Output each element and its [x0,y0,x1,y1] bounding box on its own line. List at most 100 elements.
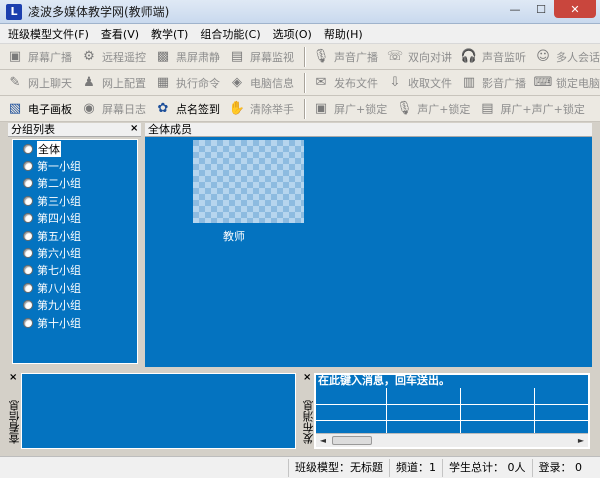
title-bar: L 凌波多媒体教学网(教师端) — ☐ ✕ [0,0,600,24]
toolbar-button-label: 远程遥控 [102,50,146,64]
toolbar-button-label: 屏广+声广+锁定 [500,102,585,116]
whiteboard-button[interactable]: ▧ 电子画板 [6,98,72,120]
roll-call-icon: ✿ [157,101,169,116]
toolbar-button-label: 电子画板 [28,102,72,116]
toolbar-button-label: 清除举手 [250,102,294,116]
group-item-label: 第四小组 [37,212,81,226]
group-item-label: 第五小组 [37,229,81,243]
group-item[interactable]: 第二小组 [13,175,137,192]
headphones-icon: 🎧 [460,49,478,64]
radio-button[interactable] [23,248,33,259]
menu-view[interactable]: 查看(V) [101,26,139,42]
group-item[interactable]: 全体 [13,140,137,157]
toolbar-button-label: 点名签到 [176,102,220,116]
toolbar-row-2: ✎ 网上聊天 ♟ 网上配置 ▦ 执行命令 ◈ 电脑信息 ✉ 发布文件 ⇩ 收取文件 ▥ 影音广播 ⌨ 锁定电脑 [0,70,600,96]
microphone-button[interactable]: 🎙 声音广播 [312,46,378,68]
toolbar-button-label: 声音监听 [482,50,526,64]
minimize-button[interactable]: — [502,0,528,18]
group-item[interactable]: 第九小组 [13,297,137,314]
menu-combined-functions[interactable]: 组合功能(C) [200,26,260,42]
intercom-button[interactable]: ☏ 双向对讲 [386,46,452,68]
scroll-left-icon[interactable]: ◄ [316,434,330,447]
members-area[interactable]: 教师 [145,137,592,367]
screen-sound-lock-button[interactable]: ▤ 屏广+声广+锁定 [478,98,585,120]
whiteboard-icon: ▧ [8,101,22,116]
execute-command-icon: ▦ [156,75,170,90]
maximize-button[interactable]: ☐ [528,0,554,18]
video-broadcast-icon: ▥ [462,75,476,90]
message-hscrollbar[interactable]: ◄ ► [316,433,588,447]
black-screen-button[interactable]: ▩ 黑屏肃静 [154,46,220,68]
menu-bar: 班级模型文件(F) 查看(V) 教学(T) 组合功能(C) 选项(O) 帮助(H… [0,24,600,44]
info-panel [21,373,296,449]
radio-button[interactable] [23,282,33,293]
computer-info-icon: ◈ [232,75,242,90]
toolbar-button-label: 发布文件 [334,76,378,90]
sound-lock-icon: 🎙 [395,101,413,116]
radio-button[interactable] [23,230,33,241]
radio-button[interactable] [23,265,33,276]
menu-class-model-file[interactable]: 班级模型文件(F) [8,26,89,42]
network-config-button[interactable]: ♟ 网上配置 [80,72,146,94]
teacher-thumbnail[interactable] [193,140,304,223]
video-broadcast-button[interactable]: ▥ 影音广播 [460,72,526,94]
group-item-label: 第三小组 [37,194,81,208]
toolbar-button-label: 屏广+锁定 [334,102,388,116]
chat-button[interactable]: ✎ 网上聊天 [6,72,72,94]
radio-button[interactable] [23,300,33,311]
message-input[interactable] [316,375,588,388]
screen-broadcast-button[interactable]: ▣ 屏幕广播 [6,46,72,68]
screen-log-icon: ◉ [83,101,95,116]
group-item[interactable]: 第八小组 [13,279,137,296]
scroll-thumb[interactable] [332,436,372,445]
headphones-button[interactable]: 🎧 声音监听 [460,46,526,68]
broadcast-lock-button[interactable]: ▣ 屏广+锁定 [312,98,387,120]
grid-line [460,388,461,433]
remote-control-button[interactable]: ⚙ 远程遥控 [80,46,146,68]
radio-button[interactable] [23,178,33,189]
radio-button[interactable] [23,143,33,154]
publish-file-button[interactable]: ✉ 发布文件 [312,72,378,94]
toolbar-separator [304,46,306,67]
roll-call-button[interactable]: ✿ 点名签到 [154,98,220,120]
group-item[interactable]: 第六小组 [13,244,137,261]
screen-sound-lock-icon: ▤ [481,101,494,116]
group-panel-close-icon[interactable]: × [130,123,138,134]
screen-broadcast-icon: ▣ [8,49,22,64]
group-item[interactable]: 第七小组 [13,262,137,279]
lock-computer-button[interactable]: ⌨ 锁定电脑 [534,72,600,94]
radio-button[interactable] [23,213,33,224]
screen-monitor-icon: ▤ [230,49,244,64]
collect-file-button[interactable]: ⇩ 收取文件 [386,72,452,94]
computer-info-button[interactable]: ◈ 电脑信息 [228,72,294,94]
menu-teaching[interactable]: 教学(T) [151,26,188,42]
group-item[interactable]: 第四小组 [13,210,137,227]
intercom-icon: ☏ [386,49,404,64]
sound-lock-button[interactable]: 🎙 声广+锁定 [395,98,470,120]
group-talk-button[interactable]: ☺ 多人会话 [534,46,600,68]
toolbar-button-label: 网上聊天 [28,76,72,90]
scroll-right-icon[interactable]: ► [574,434,588,447]
window-title: 凌波多媒体教学网(教师端) [28,5,170,19]
radio-button[interactable] [23,161,33,172]
screen-log-button[interactable]: ◉ 屏幕日志 [80,98,146,120]
execute-command-button[interactable]: ▦ 执行命令 [154,72,220,94]
message-panel-close-icon[interactable]: × [303,372,311,383]
clear-raise-hand-button[interactable]: ✋ 清除举手 [228,98,294,120]
radio-button[interactable] [23,195,33,206]
close-button[interactable]: ✕ [554,0,596,18]
group-item[interactable]: 第十小组 [13,314,137,331]
group-item-label: 全体 [37,140,61,157]
group-item-label: 第二小组 [37,177,81,191]
group-item[interactable]: 第三小组 [13,192,137,209]
info-panel-close-icon[interactable]: × [9,372,17,383]
toolbar-button-label: 影音广播 [482,76,526,90]
screen-monitor-button[interactable]: ▤ 屏幕监视 [228,46,294,68]
menu-help[interactable]: 帮助(H) [324,26,363,42]
group-item[interactable]: 第五小组 [13,227,137,244]
radio-button[interactable] [23,317,33,328]
menu-options[interactable]: 选项(O) [273,26,312,42]
grid-line [316,404,588,405]
group-item[interactable]: 第一小组 [13,157,137,174]
toolbar-button-label: 声广+锁定 [417,102,471,116]
